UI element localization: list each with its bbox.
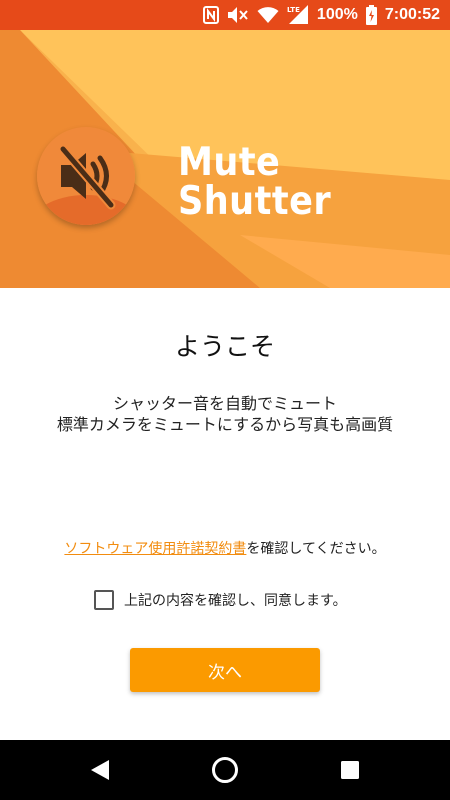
description-line-2: 標準カメラをミュートにするから写真も高画質 — [56, 415, 394, 434]
hero-banner: Mute Shutter — [0, 30, 450, 288]
agree-row[interactable]: 上記の内容を確認し、同意します。 — [94, 588, 347, 612]
home-button[interactable] — [185, 740, 265, 800]
nfc-icon — [202, 6, 219, 24]
app-title: Mute Shutter — [178, 140, 332, 224]
clock: 7:00:52 — [384, 6, 440, 23]
next-button[interactable]: 次へ — [130, 648, 320, 692]
license-agreement-link[interactable]: ソフトウェア使用許諾契約書 — [64, 541, 246, 557]
wifi-icon — [257, 6, 279, 24]
navigation-bar — [0, 740, 450, 800]
status-bar: LTE 100% 7:00:52 — [0, 0, 450, 30]
recents-icon — [341, 761, 359, 779]
home-icon — [212, 757, 238, 783]
recents-button[interactable] — [310, 740, 390, 800]
license-notice: ソフトウェア使用許諾契約書を確認してください。 — [0, 539, 450, 559]
back-icon — [91, 760, 109, 780]
welcome-description: シャッター音を自動でミュート 標準カメラをミュートにするから写真も高画質 — [0, 393, 450, 435]
welcome-title: ようこそ — [174, 332, 275, 361]
description-line-1: シャッター音を自動でミュート — [112, 394, 337, 413]
signal-icon: LTE — [287, 5, 309, 25]
license-notice-text: を確認してください。 — [246, 541, 386, 557]
mute-icon — [227, 6, 249, 24]
network-type-label: LTE — [287, 6, 300, 14]
battery-percent: 100% — [316, 6, 358, 23]
app-logo — [37, 127, 135, 225]
agree-checkbox[interactable] — [94, 590, 114, 610]
back-button[interactable] — [60, 740, 140, 800]
battery-charging-icon — [365, 5, 377, 25]
agree-label[interactable]: 上記の内容を確認し、同意します。 — [124, 590, 347, 610]
